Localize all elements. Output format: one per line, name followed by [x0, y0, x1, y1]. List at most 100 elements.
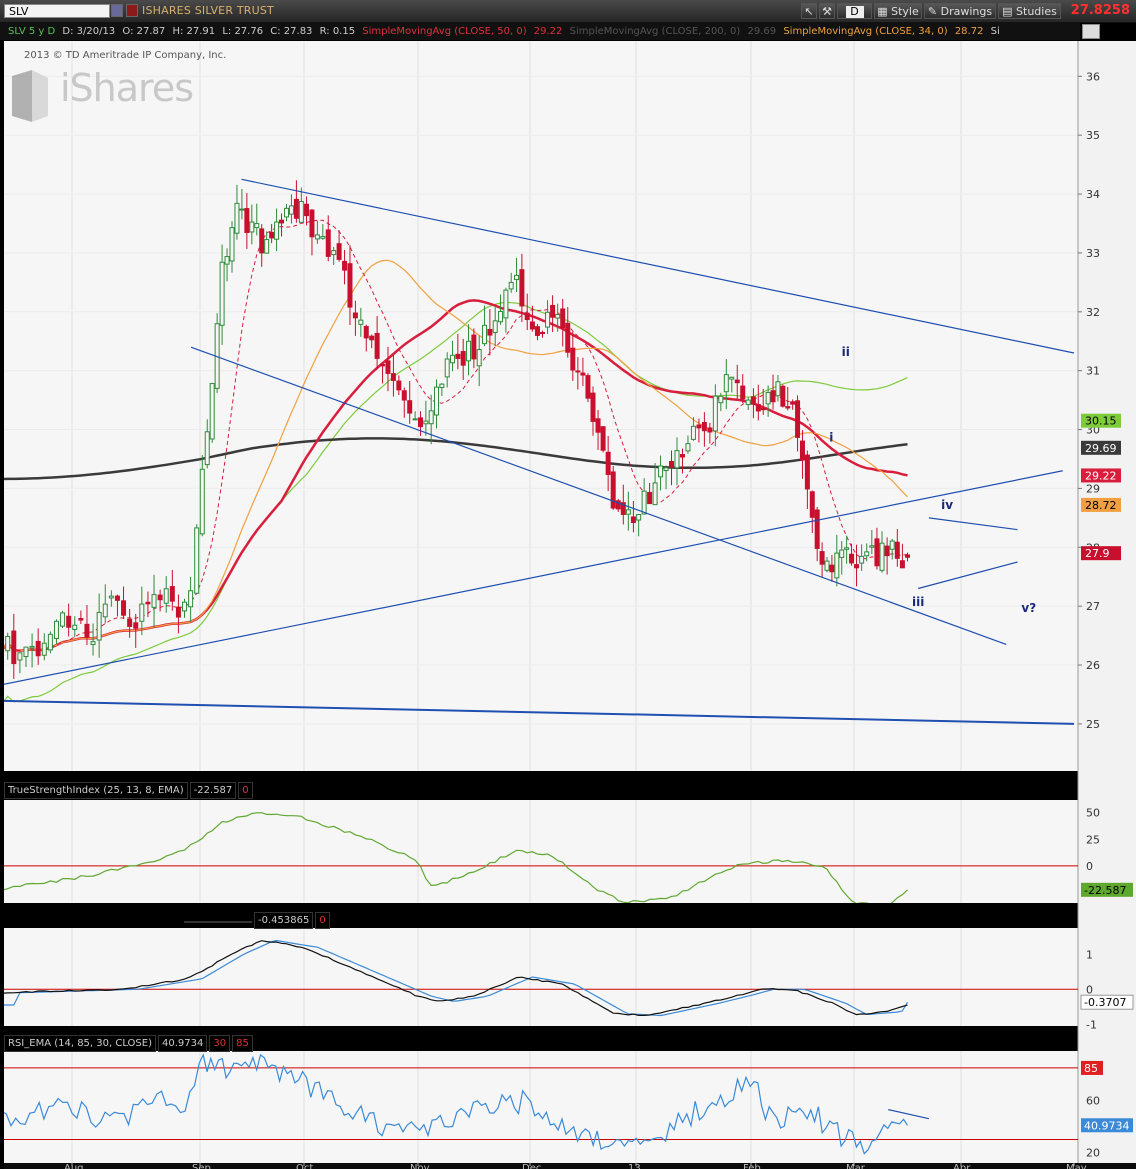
candle-body — [114, 595, 120, 601]
candle-body — [380, 364, 386, 367]
macd-panel-bg — [4, 928, 1078, 1026]
time-tick-label: Dec — [522, 1163, 541, 1169]
candle-body — [53, 620, 59, 639]
candle-body — [679, 454, 685, 458]
candle-body — [755, 404, 761, 412]
candle-body — [151, 594, 157, 608]
price-badge-label: 29.22 — [1085, 469, 1117, 482]
candle-body — [239, 208, 245, 211]
macd-tick-label: -1 — [1086, 1018, 1097, 1031]
candle-body — [674, 450, 680, 469]
candle-body — [234, 202, 240, 234]
panel-backgrounds — [4, 41, 1136, 1169]
candle-body — [396, 380, 402, 391]
candle-body — [209, 383, 215, 440]
tsi-title-row: TrueStrengthIndex (25, 13, 8, EMA) -22.58… — [4, 782, 255, 799]
price-tick-label: 36 — [1086, 70, 1100, 83]
candle-body — [492, 320, 498, 333]
price-tick-label: 33 — [1086, 247, 1100, 260]
price-tick-label: 29 — [1086, 482, 1100, 495]
copyright-text: 2013 © TD Ameritrade IP Company, Inc. — [24, 50, 227, 61]
candle-body — [325, 229, 331, 257]
candle-body — [259, 228, 265, 254]
candle-body — [804, 454, 810, 490]
candle-body — [534, 326, 540, 336]
time-tick-label: Feb — [743, 1163, 761, 1169]
rsi-tick-label: 20 — [1086, 1147, 1100, 1160]
tsi-tick-label: 25 — [1086, 833, 1100, 846]
candle-body — [428, 410, 434, 425]
candle-body — [785, 406, 791, 409]
candle-body — [288, 205, 294, 215]
candle-body — [636, 513, 642, 521]
candle-body — [770, 390, 776, 403]
rsi-title[interactable]: RSI_EMA (14, 85, 30, CLOSE) — [4, 1035, 156, 1052]
chart-canvas[interactable]: iiiiiiivv? 25262728293031323334353630.15… — [0, 0, 1136, 1169]
macd-title-row: -0.453865 0 — [184, 912, 332, 929]
candle-body — [336, 243, 342, 260]
candle-body — [701, 421, 707, 432]
time-tick-label: Sep — [192, 1163, 211, 1169]
candle-body — [570, 347, 576, 371]
candle-body — [188, 590, 194, 608]
macd-title-obscured[interactable] — [184, 921, 252, 923]
candle-body — [204, 431, 210, 466]
candle-body — [358, 319, 364, 325]
candle-body — [133, 622, 139, 629]
wave-label: ii — [842, 345, 850, 359]
candle-body — [723, 374, 729, 393]
candle-body — [283, 207, 289, 218]
candle-body — [264, 239, 270, 254]
candle-body — [374, 332, 380, 359]
candle-body — [524, 312, 530, 321]
candle-body — [630, 516, 636, 524]
candle-body — [685, 443, 691, 452]
candle-body — [139, 603, 145, 622]
candle-body — [29, 645, 35, 649]
candle-body — [314, 234, 320, 240]
candle-body — [580, 372, 586, 376]
price-tick-label: 31 — [1086, 365, 1100, 378]
candle-body — [514, 274, 520, 281]
rsi-title-row: RSI_EMA (14, 85, 30, CLOSE) 40.9734 30 85 — [4, 1035, 255, 1052]
candle-body — [550, 304, 556, 318]
candle-body — [760, 408, 766, 411]
candle-body — [5, 635, 11, 652]
candle-body — [309, 209, 315, 238]
candle-body — [229, 227, 235, 262]
candle-body — [444, 358, 450, 378]
tsi-title[interactable]: TrueStrengthIndex (25, 13, 8, EMA) — [4, 782, 188, 799]
price-badge-label: 28.72 — [1085, 499, 1117, 512]
candle-body — [647, 491, 653, 505]
candle-body — [834, 552, 840, 579]
time-tick-label: 13 — [628, 1163, 641, 1169]
macd-tick-label: 1 — [1086, 948, 1093, 961]
candle-body — [869, 545, 875, 548]
candle-body — [369, 335, 375, 341]
candle-body — [795, 400, 801, 438]
macd-tick-label: 0 — [1086, 983, 1093, 996]
candle-body — [455, 353, 461, 359]
wave-label: iv — [941, 498, 953, 512]
candle-body — [829, 564, 835, 573]
candle-body — [175, 606, 181, 618]
time-tick-label: Nov — [410, 1163, 430, 1169]
candle-body — [460, 351, 466, 366]
price-panel-bg — [4, 41, 1078, 771]
ishares-logo-icon — [12, 70, 48, 122]
candle-body — [434, 386, 440, 416]
candle-body — [401, 390, 407, 401]
candle-body — [859, 555, 865, 564]
candle-body — [194, 527, 200, 594]
rsi-tick-label: 60 — [1086, 1094, 1100, 1107]
candle-body — [899, 560, 905, 569]
candle-body — [4, 649, 5, 653]
candle-body — [824, 560, 830, 571]
time-tick-label: Mar — [846, 1163, 866, 1169]
candle-body — [476, 349, 482, 367]
candle-body — [279, 219, 285, 224]
candle-body — [854, 564, 860, 569]
price-badge-label: 30.15 — [1085, 415, 1117, 428]
candle-body — [879, 542, 885, 571]
candle-body — [157, 594, 163, 601]
